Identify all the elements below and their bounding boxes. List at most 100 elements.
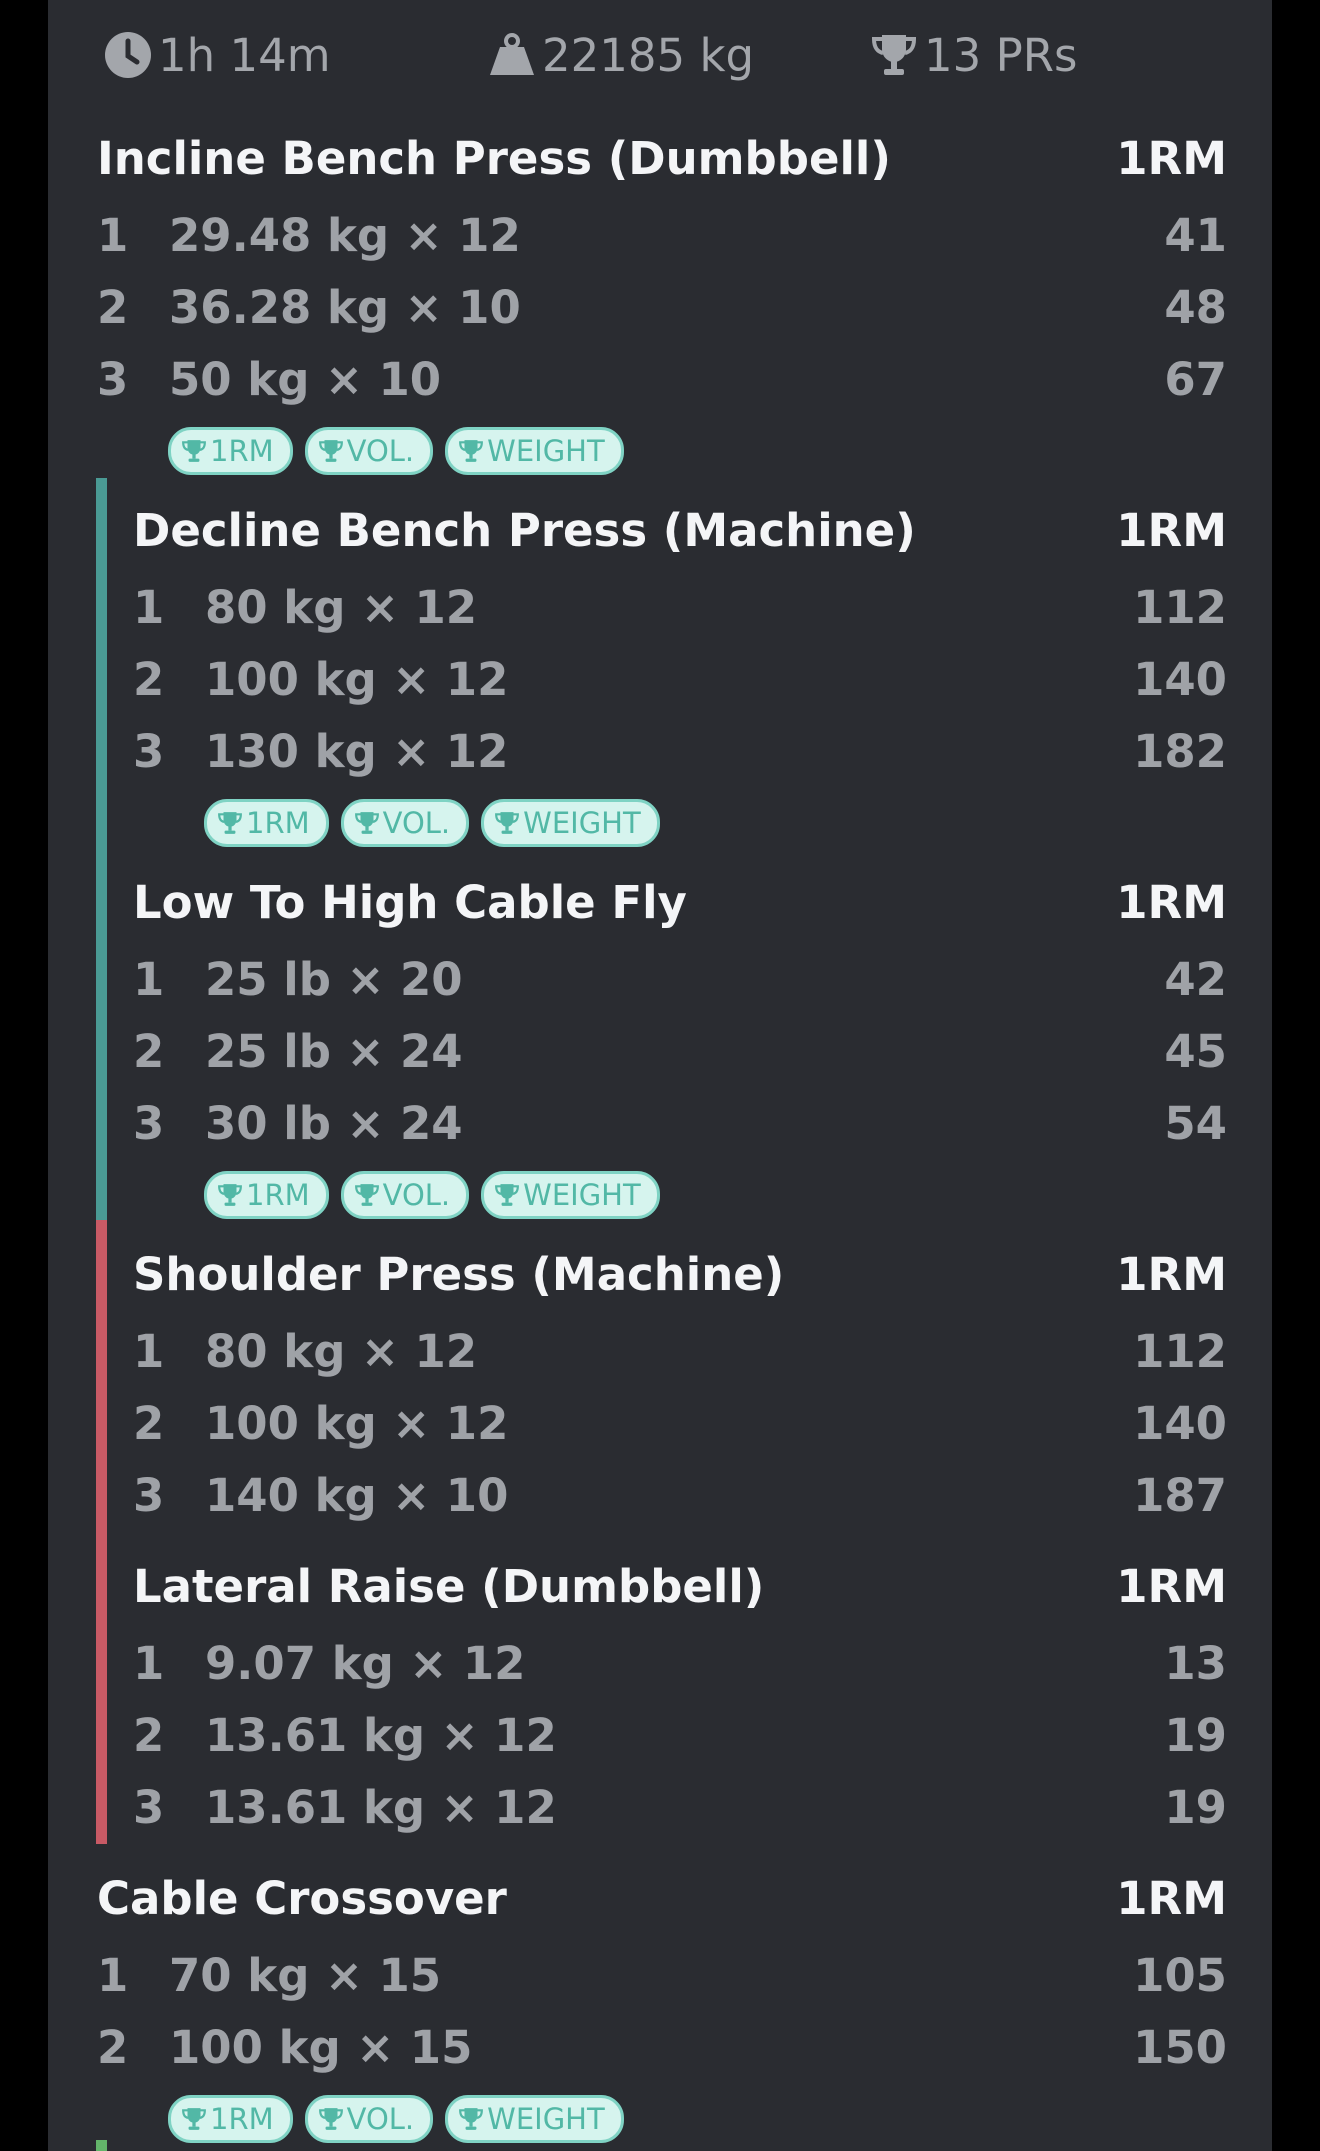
set-row: 3 50 kg × 10 67: [97, 344, 1227, 416]
pr-badges: 1RM VOL. WEIGHT: [204, 799, 660, 847]
badge-label: 1RM: [210, 434, 274, 468]
set-number: 1: [133, 581, 165, 634]
set-row: 2 100 kg × 12 140: [133, 644, 1227, 716]
pr-badge-1rm: 1RM: [204, 1171, 329, 1219]
set-weight-reps: 100 kg × 12: [205, 1397, 509, 1450]
set-one-rm: 150: [1133, 2021, 1227, 2074]
exercise-title[interactable]: Cable Crossover: [97, 1872, 507, 1925]
set-one-rm: 112: [1133, 1325, 1227, 1378]
set-one-rm: 67: [1164, 353, 1227, 406]
badge-label: WEIGHT: [487, 2102, 605, 2136]
pr-badge-1rm: 1RM: [168, 2095, 293, 2143]
badge-label: VOL.: [382, 806, 451, 840]
set-number: 3: [133, 1469, 165, 1522]
pr-badge-weight: WEIGHT: [481, 799, 660, 847]
set-weight-reps: 9.07 kg × 12: [205, 1637, 526, 1690]
badge-label: WEIGHT: [523, 1178, 641, 1212]
pr-badge-volume: VOL.: [340, 1171, 470, 1219]
trophy-icon: [495, 812, 520, 834]
set-number: 3: [133, 1097, 165, 1150]
set-row: 3 30 lb × 24 54: [133, 1088, 1227, 1160]
set-row: 3 13.61 kg × 12 19: [133, 1772, 1227, 1844]
set-one-rm: 42: [1164, 953, 1227, 1006]
set-row: 1 29.48 kg × 12 41: [97, 200, 1227, 272]
badge-label: VOL.: [346, 2102, 415, 2136]
set-row: 2 100 kg × 15 150: [97, 2012, 1227, 2084]
workout-summary-card: 1h 14m 22185 kg 13 PRs Incline Bench Pre…: [48, 0, 1272, 2151]
set-row: 1 80 kg × 12 112: [133, 1316, 1227, 1388]
exercise-title[interactable]: Low To High Cable Fly: [133, 876, 687, 929]
set-number: 3: [133, 725, 165, 778]
metric-header: 1RM: [1116, 1871, 1227, 1925]
trophy-icon: [495, 1184, 520, 1206]
set-row: 1 70 kg × 15 105: [97, 1940, 1227, 2012]
set-one-rm: 140: [1133, 1397, 1227, 1450]
superset-indicator: [96, 478, 107, 1220]
set-number: 2: [133, 1709, 165, 1762]
badge-label: 1RM: [210, 2102, 274, 2136]
trophy-icon: [354, 1184, 379, 1206]
exercise-title[interactable]: Shoulder Press (Machine): [133, 1248, 784, 1301]
pr-badge-volume: VOL.: [304, 2095, 434, 2143]
set-weight-reps: 25 lb × 20: [205, 953, 463, 1006]
set-number: 1: [133, 1325, 165, 1378]
metric-header: 1RM: [1116, 1247, 1227, 1301]
pr-badge-weight: WEIGHT: [481, 1171, 660, 1219]
exercise-title[interactable]: Incline Bench Press (Dumbbell): [97, 132, 891, 185]
set-one-rm: 13: [1164, 1637, 1227, 1690]
set-number: 2: [97, 281, 129, 334]
set-weight-reps: 80 kg × 12: [205, 1325, 478, 1378]
badge-label: VOL.: [346, 434, 415, 468]
set-one-rm: 140: [1133, 653, 1227, 706]
pr-badges: 1RM VOL. WEIGHT: [168, 2095, 624, 2143]
set-one-rm: 105: [1133, 1949, 1227, 2002]
clock-icon: [105, 32, 151, 78]
volume-stat: 22185 kg: [488, 24, 754, 86]
exercise-title[interactable]: Lateral Raise (Dumbbell): [133, 1560, 764, 1613]
set-number: 1: [133, 953, 165, 1006]
set-number: 3: [133, 1781, 165, 1834]
set-weight-reps: 13.61 kg × 12: [205, 1781, 557, 1834]
set-weight-reps: 100 kg × 15: [169, 2021, 473, 2074]
set-row: 3 140 kg × 10 187: [133, 1460, 1227, 1532]
set-weight-reps: 70 kg × 15: [169, 1949, 442, 2002]
set-one-rm: 41: [1164, 209, 1227, 262]
set-row: 2 36.28 kg × 10 48: [97, 272, 1227, 344]
badge-label: 1RM: [246, 1178, 310, 1212]
exercise-title[interactable]: Decline Bench Press (Machine): [133, 504, 916, 557]
set-number: 1: [133, 1637, 165, 1690]
pr-badge-weight: WEIGHT: [445, 427, 624, 475]
set-one-rm: 54: [1164, 1097, 1227, 1150]
set-weight-reps: 30 lb × 24: [205, 1097, 463, 1150]
pr-badge-volume: VOL.: [304, 427, 434, 475]
set-number: 1: [97, 1949, 129, 2002]
set-number: 3: [97, 353, 129, 406]
set-row: 1 80 kg × 12 112: [133, 572, 1227, 644]
set-one-rm: 48: [1164, 281, 1227, 334]
set-one-rm: 182: [1133, 725, 1227, 778]
pr-badge-weight: WEIGHT: [445, 2095, 624, 2143]
set-weight-reps: 80 kg × 12: [205, 581, 478, 634]
set-weight-reps: 36.28 kg × 10: [169, 281, 521, 334]
pr-badge-1rm: 1RM: [168, 427, 293, 475]
pr-badge-volume: VOL.: [340, 799, 470, 847]
set-weight-reps: 29.48 kg × 12: [169, 209, 521, 262]
set-one-rm: 19: [1164, 1709, 1227, 1762]
set-number: 2: [133, 1397, 165, 1450]
set-weight-reps: 130 kg × 12: [205, 725, 509, 778]
metric-header: 1RM: [1116, 875, 1227, 929]
set-number: 1: [97, 209, 129, 262]
badge-label: WEIGHT: [523, 806, 641, 840]
set-weight-reps: 100 kg × 12: [205, 653, 509, 706]
set-row: 1 9.07 kg × 12 13: [133, 1628, 1227, 1700]
prs-value: 13 PRs: [924, 28, 1078, 82]
set-one-rm: 19: [1164, 1781, 1227, 1834]
set-weight-reps: 25 lb × 24: [205, 1025, 463, 1078]
pr-badges: 1RM VOL. WEIGHT: [204, 1171, 660, 1219]
trophy-icon: [318, 2108, 343, 2130]
trophy-icon: [459, 440, 484, 462]
badge-label: VOL.: [382, 1178, 451, 1212]
trophy-icon: [182, 440, 206, 462]
trophy-icon: [459, 2108, 484, 2130]
set-one-rm: 112: [1133, 581, 1227, 634]
